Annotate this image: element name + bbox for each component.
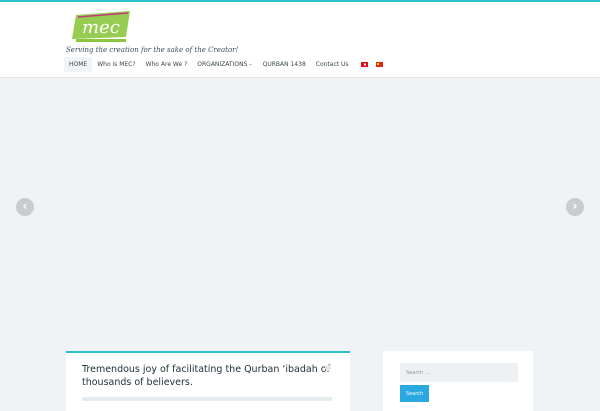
sidebar-search-widget: Search xyxy=(383,351,533,411)
site-header: mec Serving the creation for the sake of… xyxy=(0,2,600,78)
nav-item-who-are-we[interactable]: Who Are We ? xyxy=(141,57,193,72)
nav-item-home[interactable]: HOME xyxy=(64,57,93,72)
main-nav: HOME Who is MEC? Who Are We ? ORGANIZATI… xyxy=(64,57,388,72)
svg-text:mec: mec xyxy=(82,17,120,38)
post-card: Tremendous joy of facilitating the Qurba… xyxy=(66,351,350,411)
nav-label-home: HOME xyxy=(69,61,88,68)
chevron-down-icon: ⌄ xyxy=(248,61,253,67)
nav-label-contact: Contact Us xyxy=(315,61,349,68)
post-excerpt-placeholder xyxy=(82,397,332,401)
site-tagline: Serving the creation for the sake of the… xyxy=(66,46,239,54)
nav-label-who-is-mec: Who is MEC? xyxy=(97,61,136,68)
nav-label-organizations: ORGANIZATIONS xyxy=(197,61,248,68)
nav-label-qurban: QURBAN 1438 xyxy=(262,61,306,68)
chinese-flag-icon[interactable] xyxy=(375,62,383,67)
search-button[interactable]: Search xyxy=(400,385,429,402)
hero-slider: ‹ › xyxy=(0,79,600,335)
comment-icon xyxy=(325,365,331,371)
nav-label-who-are-we: Who Are We ? xyxy=(145,61,188,68)
mec-logo[interactable]: mec xyxy=(68,9,136,45)
nav-item-organizations[interactable]: ORGANIZATIONS ⌄ xyxy=(192,57,257,72)
post-title[interactable]: Tremendous joy of facilitating the Qurba… xyxy=(82,363,332,389)
slider-prev-button[interactable]: ‹ xyxy=(16,198,34,216)
turkish-flag-icon[interactable] xyxy=(360,62,368,67)
slider-next-button[interactable]: › xyxy=(566,198,584,216)
nav-item-contact[interactable]: Contact Us xyxy=(311,57,354,72)
search-input[interactable] xyxy=(400,363,518,382)
nav-item-who-is-mec[interactable]: Who is MEC? xyxy=(92,57,140,72)
nav-item-qurban[interactable]: QURBAN 1438 xyxy=(258,57,311,72)
